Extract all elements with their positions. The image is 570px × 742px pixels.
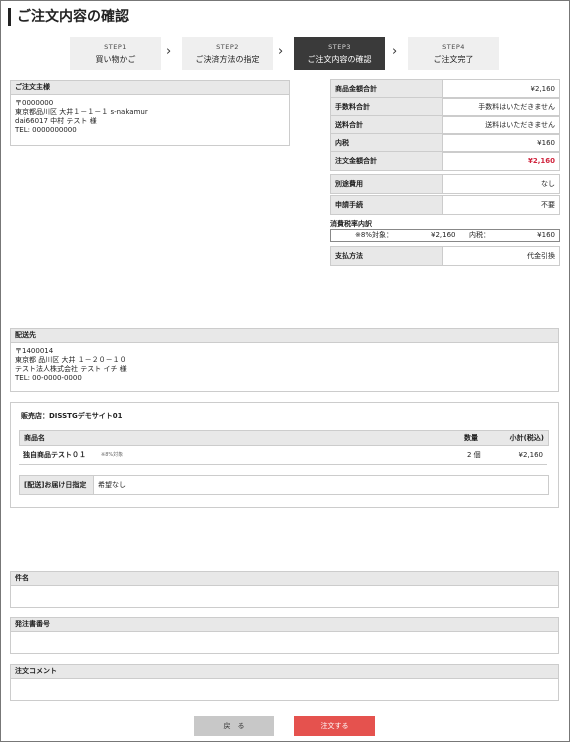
- shipping-line: TEL: 00-0000-0000: [15, 374, 82, 382]
- delivery-value: 希望なし: [98, 481, 126, 489]
- step-4: STEP4 ご注文完了: [408, 37, 499, 70]
- summary-row: 商品金額合計 ¥2,160: [330, 79, 560, 99]
- extra-value: なし: [541, 180, 555, 188]
- step-2: STEP2 ご決済方法の指定: [182, 37, 273, 70]
- delivery-label: [配送]お届け日指定: [20, 476, 94, 494]
- subject-input[interactable]: [11, 586, 558, 606]
- summary-row: 内税 ¥160: [330, 133, 560, 153]
- payment-row: 支払方法 代金引換: [330, 246, 560, 266]
- shipping-box: 配送先 〒1400014 東京都 品川区 大井 １－２０－１０ テスト法人株式会…: [10, 328, 559, 392]
- step-3: STEP3 ご注文内容の確認: [294, 37, 385, 70]
- summary-label: 手数料合計: [331, 98, 443, 116]
- subject-label: 件名: [11, 572, 558, 586]
- po-number-label: 発注書番号: [11, 618, 558, 632]
- summary-row: 手数料合計 手数料はいただきません: [330, 97, 560, 117]
- shipping-line: テスト法人株式会社 テスト イチ 様: [15, 365, 127, 373]
- page-title: ご注文内容の確認: [8, 8, 129, 26]
- comment-box: 注文コメント: [10, 664, 559, 701]
- po-number-input[interactable]: [11, 632, 558, 652]
- orderer-line: dai66017 中村 テスト 様: [15, 117, 97, 125]
- step-1-number: STEP1: [104, 43, 127, 51]
- summary-value: ¥2,160: [530, 85, 556, 93]
- orderer-line: 東京都品川区 大井１－１－１ s-nakamur: [15, 108, 148, 116]
- orderer-header: ご注文主様: [11, 81, 289, 95]
- step-3-number: STEP3: [328, 43, 351, 51]
- back-button[interactable]: 戻 る: [194, 716, 274, 736]
- step-1-label: 買い物かご: [95, 55, 136, 64]
- step-2-label: ご決済方法の指定: [195, 55, 260, 64]
- item-table-header: 商品名 数量 小計(税込): [19, 430, 549, 446]
- table-row: 独自商品テスト０１ ※8%対象 2 個 ¥2,160: [19, 446, 547, 465]
- comment-label: 注文コメント: [11, 665, 558, 679]
- step-3-label: ご注文内容の確認: [307, 55, 372, 64]
- item-subtotal: ¥2,160: [518, 451, 544, 459]
- po-number-box: 発注書番号: [10, 617, 559, 654]
- extra-row: 別途費用 なし: [330, 174, 560, 194]
- summary-label: 送料合計: [331, 116, 443, 134]
- summary-label: 内税: [331, 134, 443, 152]
- store-box: 販売店：DISSTGデモサイト01 商品名 数量 小計(税込) 独自商品テスト０…: [10, 402, 559, 508]
- orderer-box: ご注文主様 〒0000000 東京都品川区 大井１－１－１ s-nakamur …: [10, 80, 290, 146]
- tax-breakdown-title: 消費税率内訳: [330, 220, 372, 228]
- step-4-number: STEP4: [442, 43, 465, 51]
- shipping-line: 〒1400014: [15, 347, 54, 355]
- tax-breakdown-row: ※8%対象： ¥2,160 内税： ¥160: [330, 229, 560, 242]
- summary-value: 手数料はいただきません: [478, 103, 555, 111]
- payment-value: 代金引換: [527, 252, 555, 260]
- tax-inner-label: 内税：: [469, 231, 490, 239]
- extra-label: 申請手続: [331, 196, 443, 214]
- shipping-line: 東京都 品川区 大井 １－２０－１０: [15, 356, 127, 364]
- tax-inner-value: ¥160: [537, 231, 555, 239]
- order-total-value: ¥2,160: [527, 157, 555, 165]
- chevron-right-icon: ›: [392, 44, 398, 59]
- comment-input[interactable]: [11, 679, 558, 699]
- extra-label: 別途費用: [331, 175, 443, 193]
- subject-box: 件名: [10, 571, 559, 608]
- tax-target-label: ※8%対象：: [355, 231, 393, 239]
- step-2-number: STEP2: [216, 43, 239, 51]
- col-qty: 数量: [464, 434, 478, 442]
- orderer-line: 〒0000000: [15, 99, 54, 107]
- summary-value: ¥160: [537, 139, 555, 147]
- tax-target-value: ¥2,160: [431, 231, 456, 239]
- step-1: STEP1 買い物かご: [70, 37, 161, 70]
- extra-value: 不要: [541, 201, 555, 209]
- summary-label: 注文金額合計: [331, 152, 443, 170]
- chevron-right-icon: ›: [278, 44, 284, 59]
- col-subtotal: 小計(税込): [509, 434, 544, 442]
- store-label: 販売店：DISSTGデモサイト01: [21, 412, 123, 420]
- summary-row: 注文金額合計 ¥2,160: [330, 151, 560, 171]
- item-name: 独自商品テスト０１: [23, 451, 86, 459]
- orderer-line: TEL: 0000000000: [15, 126, 77, 134]
- delivery-row: [配送]お届け日指定 希望なし: [19, 475, 549, 495]
- step-4-label: ご注文完了: [433, 55, 474, 64]
- chevron-right-icon: ›: [166, 44, 172, 59]
- summary-value: 送料はいただきません: [485, 121, 555, 129]
- summary-label: 商品金額合計: [331, 80, 443, 98]
- col-name: 商品名: [24, 434, 45, 442]
- item-qty: 2 個: [467, 451, 481, 459]
- summary-row: 送料合計 送料はいただきません: [330, 115, 560, 135]
- payment-label: 支払方法: [331, 247, 443, 265]
- place-order-button[interactable]: 注文する: [294, 716, 375, 736]
- item-tax-note: ※8%対象: [101, 452, 124, 458]
- extra-row: 申請手続 不要: [330, 195, 560, 215]
- shipping-header: 配送先: [11, 329, 558, 343]
